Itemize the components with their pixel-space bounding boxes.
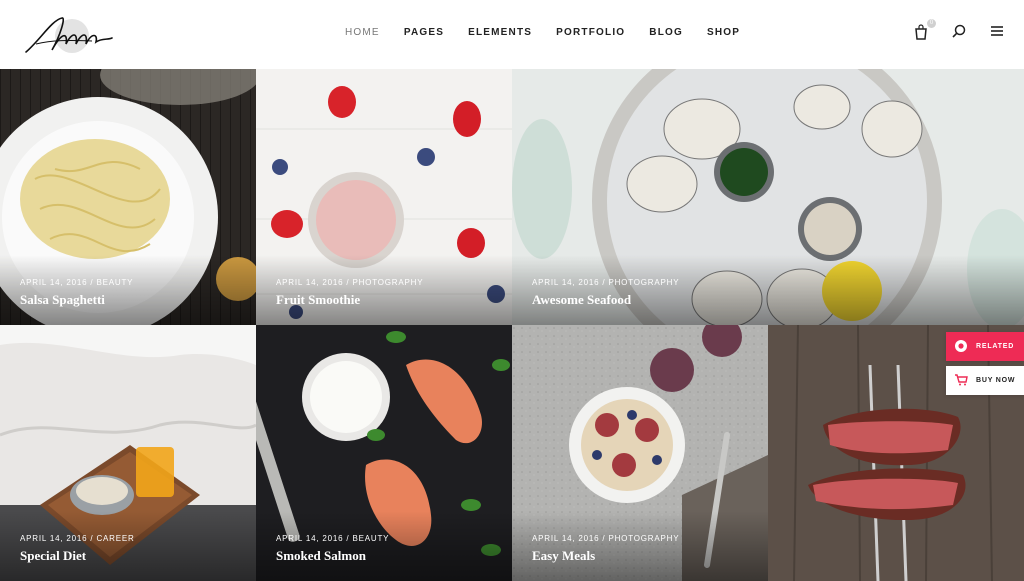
- post-meta: APRIL 14, 2016 / PHOTOGRAPHY: [532, 534, 680, 543]
- header-icons: 0: [914, 19, 1006, 42]
- signature-logo[interactable]: [22, 10, 114, 58]
- post-meta: APRIL 14, 2016 / BEAUTY: [276, 534, 390, 543]
- post-title[interactable]: Fruit Smoothie: [276, 292, 360, 308]
- tile-shade: [256, 511, 512, 581]
- search-icon[interactable]: [952, 24, 968, 42]
- post-meta: APRIL 14, 2016 / PHOTOGRAPHY: [276, 278, 424, 287]
- post-title[interactable]: Easy Meals: [532, 548, 595, 564]
- post-title[interactable]: Salsa Spaghetti: [20, 292, 105, 308]
- cart-count-badge: 0: [927, 19, 936, 28]
- buy-now-button[interactable]: BUY NOW: [946, 366, 1024, 395]
- post-tile-smoked-salmon[interactable]: APRIL 14, 2016 / BEAUTY Smoked Salmon: [256, 325, 512, 581]
- tile-shade: [0, 255, 256, 325]
- post-title[interactable]: Special Diet: [20, 548, 86, 564]
- post-meta: APRIL 14, 2016 / BEAUTY: [20, 278, 134, 287]
- cart-icon: [954, 373, 968, 388]
- buy-now-label: BUY NOW: [976, 377, 1016, 384]
- nav-portfolio[interactable]: PORTFOLIO: [544, 27, 637, 38]
- tile-shade: [256, 255, 512, 325]
- post-meta: APRIL 14, 2016 / PHOTOGRAPHY: [532, 278, 680, 287]
- nav-home[interactable]: HOME: [333, 27, 392, 38]
- tile-shade: [0, 511, 256, 581]
- post-tile-easy-meals[interactable]: APRIL 14, 2016 / PHOTOGRAPHY Easy Meals: [512, 325, 768, 581]
- post-title[interactable]: Smoked Salmon: [276, 548, 366, 564]
- related-icon: [954, 339, 968, 355]
- post-meta: APRIL 14, 2016 / CAREER: [20, 534, 135, 543]
- nav-pages[interactable]: PAGES: [392, 27, 456, 38]
- nav-blog[interactable]: BLOG: [637, 27, 695, 38]
- tile-shade: [512, 255, 1024, 325]
- related-button[interactable]: RELATED: [946, 332, 1024, 361]
- main-nav: HOME PAGES ELEMENTS PORTFOLIO BLOG SHOP: [333, 27, 752, 38]
- nav-shop[interactable]: SHOP: [695, 27, 752, 38]
- post-title[interactable]: Awesome Seafood: [532, 292, 631, 308]
- site-header: HOME PAGES ELEMENTS PORTFOLIO BLOG SHOP …: [0, 0, 1024, 69]
- shopping-bag-icon[interactable]: 0: [914, 19, 936, 42]
- post-tile-salsa-spaghetti[interactable]: APRIL 14, 2016 / BEAUTY Salsa Spaghetti: [0, 69, 256, 325]
- tile-shade: [512, 511, 768, 581]
- post-tile-fruit-smoothie[interactable]: APRIL 14, 2016 / PHOTOGRAPHY Fruit Smoot…: [256, 69, 512, 325]
- post-tile-special-diet[interactable]: APRIL 14, 2016 / CAREER Special Diet: [0, 325, 256, 581]
- menu-icon[interactable]: [990, 24, 1006, 42]
- nav-elements[interactable]: ELEMENTS: [456, 27, 544, 38]
- related-label: RELATED: [976, 343, 1015, 350]
- post-tile-steak[interactable]: [768, 325, 1024, 581]
- post-tile-awesome-seafood[interactable]: APRIL 14, 2016 / PHOTOGRAPHY Awesome Sea…: [512, 69, 1024, 325]
- portfolio-grid: APRIL 14, 2016 / BEAUTY Salsa Spaghetti …: [0, 69, 1024, 581]
- post-image: [768, 325, 1024, 581]
